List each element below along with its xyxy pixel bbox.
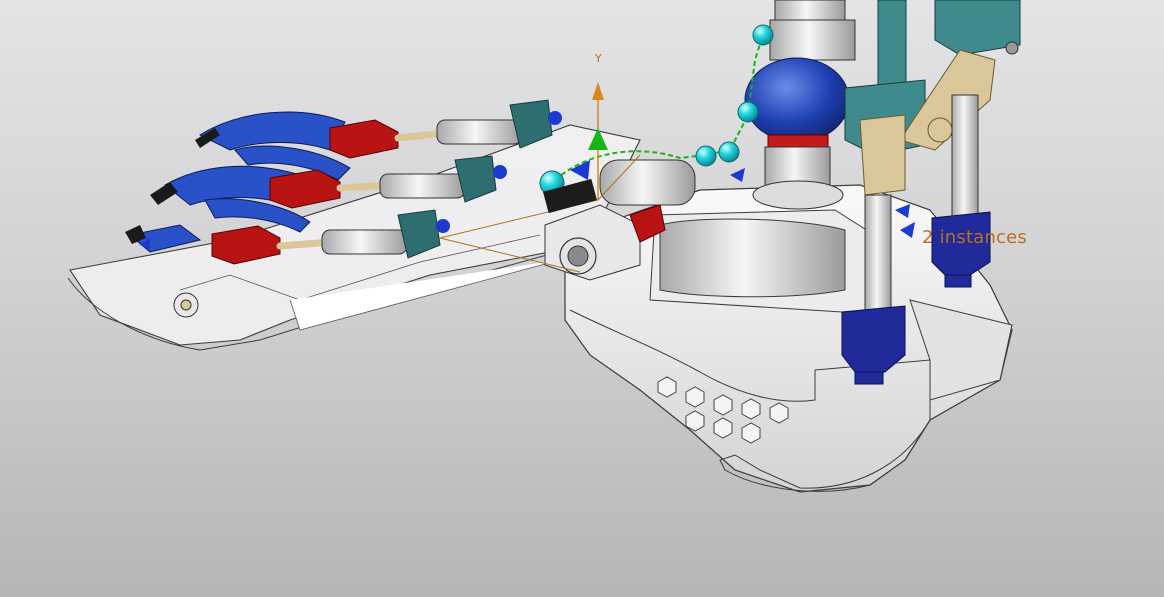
spline-handle[interactable] [737, 101, 759, 123]
cad-assembly-scene[interactable] [0, 0, 1164, 597]
3d-viewport[interactable]: Y 2 instances [0, 0, 1164, 597]
axis-y-label: Y [595, 52, 602, 65]
spline-handle[interactable] [695, 145, 717, 167]
instances-annotation[interactable]: 2 instances [922, 227, 1027, 248]
spline-handle[interactable] [718, 141, 740, 163]
spline-handle[interactable] [752, 24, 774, 46]
